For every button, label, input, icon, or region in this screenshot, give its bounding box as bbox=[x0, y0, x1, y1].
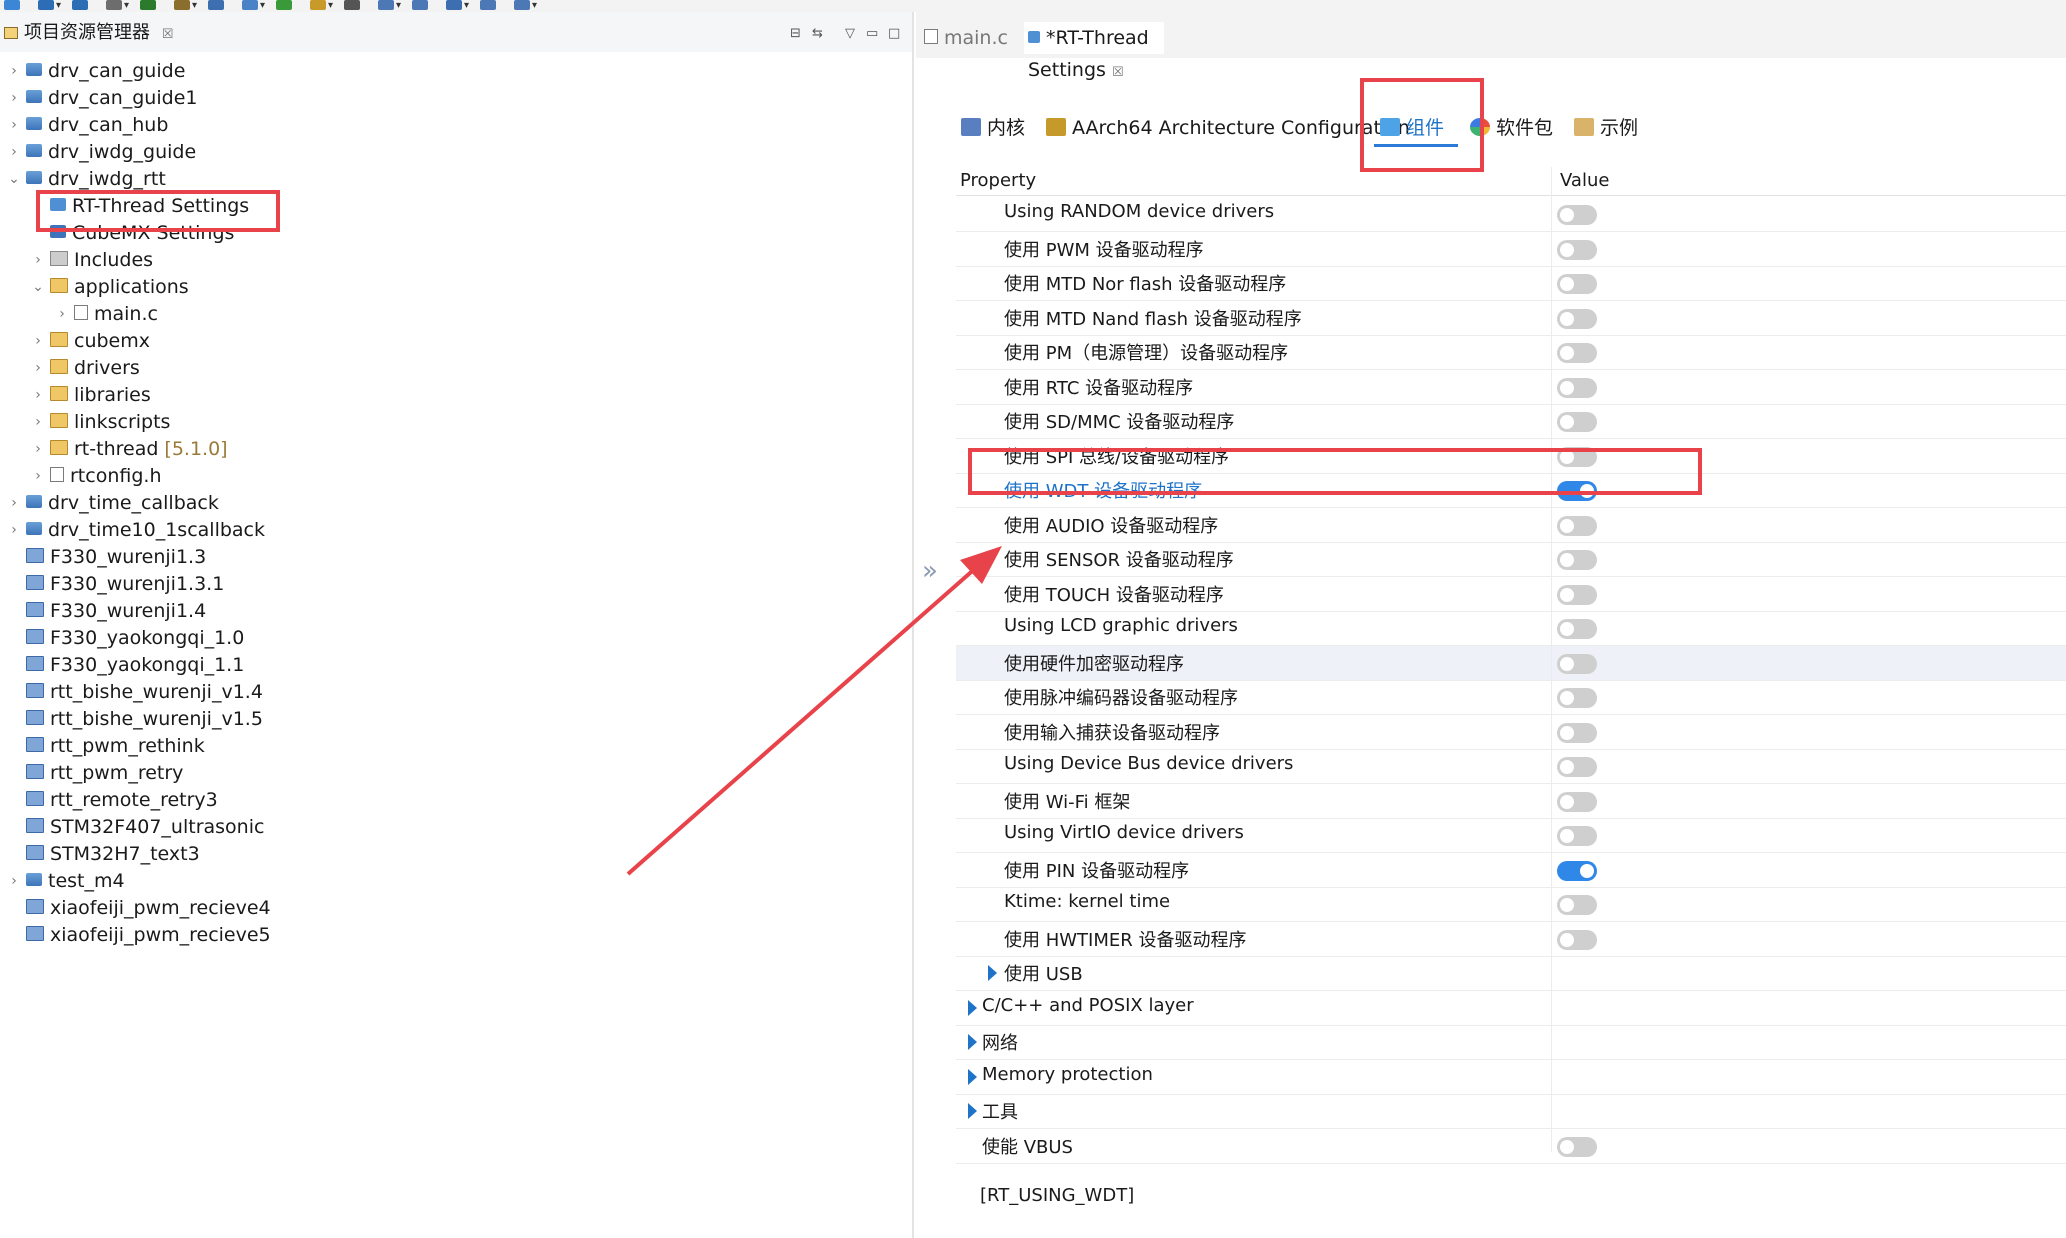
annotation-arrow bbox=[626, 546, 1002, 876]
